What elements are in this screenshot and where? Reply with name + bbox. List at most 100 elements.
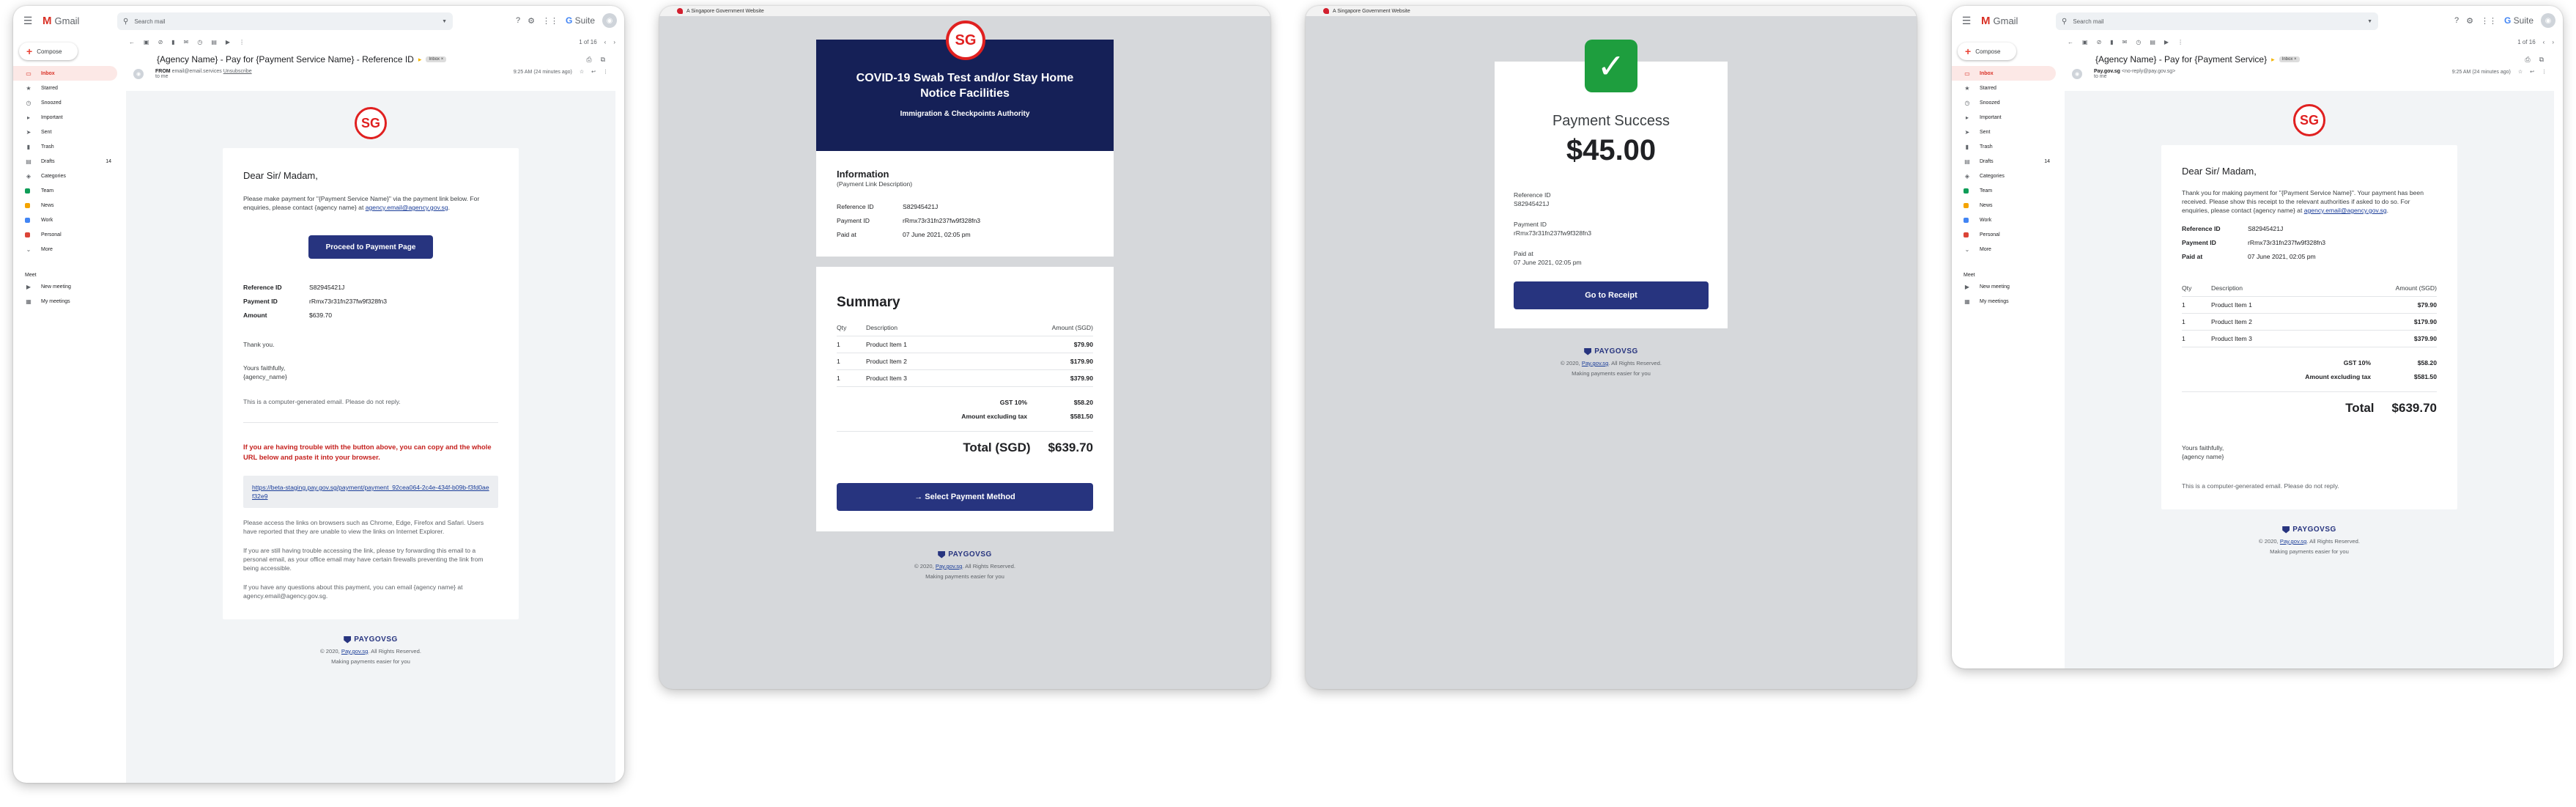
sidebar-item-drafts[interactable]: ▤ Drafts 14 xyxy=(13,154,117,169)
snooze-icon[interactable]: ◷ xyxy=(197,39,202,45)
settings-icon[interactable]: ⚙ xyxy=(2466,16,2473,26)
trash-icon: ▮ xyxy=(1965,143,1969,150)
delete-icon[interactable]: ▮ xyxy=(171,39,174,45)
sidebar-item-drafts[interactable]: ▤ Drafts 14 xyxy=(1952,154,2056,169)
paygov-link[interactable]: Pay.gov.sg xyxy=(1582,360,1608,366)
paygov-link[interactable]: Pay.gov.sg xyxy=(341,648,368,655)
more-icon[interactable]: ⋮ xyxy=(2542,69,2547,75)
sidebar-item-inbox[interactable]: ▭ Inbox xyxy=(13,66,117,81)
spam-icon[interactable]: ⊘ xyxy=(2097,39,2102,45)
search-options-icon[interactable]: ▼ xyxy=(442,19,447,24)
sidebar-item-sent[interactable]: ➤ Sent xyxy=(1952,125,2056,139)
more-icon[interactable]: ⋮ xyxy=(2177,39,2183,45)
agency-email-link[interactable]: agency.email@agency.gov.sg xyxy=(366,204,448,211)
important-marker-icon[interactable]: ▸ xyxy=(2271,56,2275,64)
paygov-link[interactable]: Pay.gov.sg xyxy=(2280,538,2306,545)
delete-icon[interactable]: ▮ xyxy=(2110,39,2113,45)
star-icon[interactable]: ☆ xyxy=(580,69,584,75)
go-to-receipt-button[interactable]: Go to Receipt xyxy=(1514,281,1709,309)
important-icon: ▸ xyxy=(26,114,30,121)
apps-icon[interactable]: ⋮⋮ xyxy=(2481,16,2497,26)
compose-button[interactable]: + Compose xyxy=(1958,43,2016,60)
select-payment-method-button[interactable]: → Select Payment Method xyxy=(837,483,1093,511)
sidebar-label-personal[interactable]: Personal xyxy=(1952,227,2056,242)
sidebar-item-snoozed[interactable]: ◷ Snoozed xyxy=(1952,95,2056,110)
archive-icon[interactable]: ▣ xyxy=(144,39,149,45)
sidebar-item-categories[interactable]: ◈ Categories xyxy=(13,169,117,183)
print-icon[interactable]: ⎙ xyxy=(586,56,591,64)
search-input[interactable]: ⚲ Search mail ▼ xyxy=(117,12,453,30)
inbox-label-chip[interactable]: Inbox × xyxy=(2279,56,2300,62)
open-new-window-icon[interactable]: ⧉ xyxy=(601,56,605,64)
sidebar-label-news[interactable]: News xyxy=(13,198,117,213)
snooze-icon[interactable]: ◷ xyxy=(2136,39,2141,45)
meet-new-meeting[interactable]: ▶ New meeting xyxy=(1952,279,2056,294)
unsubscribe-link[interactable]: Unsubscribe xyxy=(223,69,252,74)
sidebar-label-work[interactable]: Work xyxy=(1952,213,2056,227)
sidebar-item-more[interactable]: ⌄ More xyxy=(13,242,117,257)
more-icon[interactable]: ⋮ xyxy=(603,69,608,75)
search-options-icon[interactable]: ▼ xyxy=(2367,19,2372,24)
sidebar-label-team[interactable]: Team xyxy=(1952,183,2056,198)
avatar[interactable]: ◉ xyxy=(2541,13,2555,28)
sidebar-item-trash[interactable]: ▮ Trash xyxy=(1952,139,2056,154)
reply-icon[interactable]: ↩ xyxy=(2530,69,2534,75)
sidebar-item-important[interactable]: ▸ Important xyxy=(1952,110,2056,125)
sidebar-label-work[interactable]: Work xyxy=(13,213,117,227)
compose-button[interactable]: + Compose xyxy=(19,43,78,60)
move-icon[interactable]: ▤ xyxy=(211,39,217,45)
search-icon[interactable]: ⚲ xyxy=(123,18,128,26)
settings-icon[interactable]: ⚙ xyxy=(528,16,535,26)
prev-icon[interactable]: ‹ xyxy=(604,39,607,45)
meet-my-meetings[interactable]: ▦ My meetings xyxy=(13,294,117,309)
inbox-label-chip[interactable]: Inbox × xyxy=(426,56,447,62)
sidebar-item-important[interactable]: ▸ Important xyxy=(13,110,117,125)
help-icon[interactable]: ? xyxy=(2454,16,2459,25)
more-icon[interactable]: ⋮ xyxy=(239,39,245,45)
video-icon: ▶ xyxy=(26,283,32,290)
star-icon[interactable]: ☆ xyxy=(2518,69,2523,75)
payment-url-link[interactable]: https://beta-staging.pay.gov.sg/payment/… xyxy=(252,484,489,500)
meet-my-meetings[interactable]: ▦ My meetings xyxy=(1952,294,2056,309)
help-icon[interactable]: ? xyxy=(516,16,520,25)
menu-icon[interactable]: ☰ xyxy=(1952,6,1981,35)
sidebar-item-inbox[interactable]: ▭ Inbox xyxy=(1952,66,2056,81)
sidebar-label-team[interactable]: Team xyxy=(13,183,117,198)
archive-icon[interactable]: ▣ xyxy=(2082,39,2088,45)
spam-icon[interactable]: ⊘ xyxy=(158,39,163,45)
move-icon[interactable]: ▤ xyxy=(2150,39,2155,45)
paygov-link[interactable]: Pay.gov.sg xyxy=(936,563,962,570)
search-input[interactable]: ⚲ Search mail ▼ xyxy=(2056,12,2378,30)
important-marker-icon[interactable]: ▸ xyxy=(418,56,422,64)
back-icon[interactable]: ← xyxy=(2068,39,2073,45)
meet-new-meeting[interactable]: ▶ New meeting xyxy=(13,279,117,294)
sidebar-item-categories[interactable]: ◈ Categories xyxy=(1952,169,2056,183)
proceed-to-payment-button[interactable]: Proceed to Payment Page xyxy=(308,235,433,259)
trouble-warning: If you are having trouble with the butto… xyxy=(243,443,492,461)
sidebar-item-label: Trash xyxy=(1980,144,1993,150)
mark-unread-icon[interactable]: ✉ xyxy=(2122,39,2128,45)
reply-icon[interactable]: ↩ xyxy=(591,69,596,75)
label-icon[interactable]: ▶ xyxy=(226,39,230,45)
sidebar-item-starred[interactable]: ★ Starred xyxy=(1952,81,2056,95)
sidebar-item-trash[interactable]: ▮ Trash xyxy=(13,139,117,154)
search-icon[interactable]: ⚲ xyxy=(2062,18,2067,26)
sidebar-item-label: Team xyxy=(41,188,54,194)
sidebar-item-sent[interactable]: ➤ Sent xyxy=(13,125,117,139)
sidebar-item-more[interactable]: ⌄ More xyxy=(1952,242,2056,257)
avatar[interactable]: ◉ xyxy=(602,13,617,28)
prev-icon[interactable]: ‹ xyxy=(2543,39,2545,45)
sidebar-label-personal[interactable]: Personal xyxy=(13,227,117,242)
apps-icon[interactable]: ⋮⋮ xyxy=(542,16,558,26)
sidebar-item-label: Trash xyxy=(41,144,54,150)
open-new-window-icon[interactable]: ⧉ xyxy=(2539,56,2544,64)
mark-unread-icon[interactable]: ✉ xyxy=(184,39,189,45)
print-icon[interactable]: ⎙ xyxy=(2525,56,2530,64)
label-icon[interactable]: ▶ xyxy=(2164,39,2169,45)
back-icon[interactable]: ← xyxy=(129,39,135,45)
sidebar-label-news[interactable]: News xyxy=(1952,198,2056,213)
agency-email-link[interactable]: agency.email@agency.gov.sg xyxy=(2304,207,2387,214)
sidebar-item-starred[interactable]: ★ Starred xyxy=(13,81,117,95)
sidebar-item-snoozed[interactable]: ◷ Snoozed xyxy=(13,95,117,110)
menu-icon[interactable]: ☰ xyxy=(13,6,42,35)
